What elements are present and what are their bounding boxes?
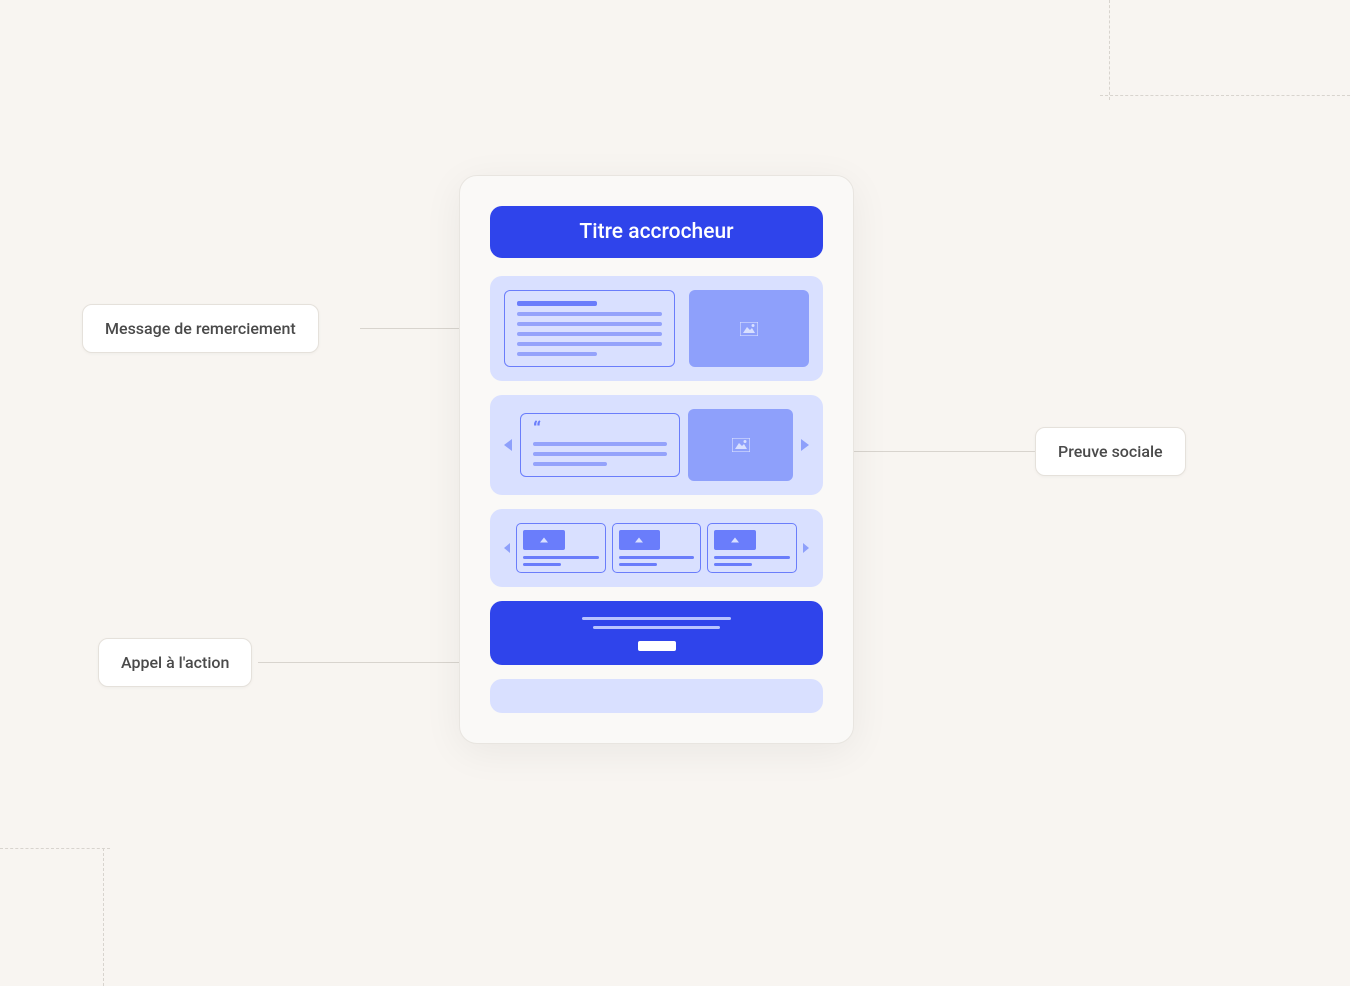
guide-line [0,848,110,849]
cta-button-placeholder[interactable] [638,641,676,651]
text-placeholder-block [504,290,675,367]
thumbnail-icon [619,530,661,550]
card-placeholder [516,523,606,573]
callout-label: Appel à l'action [121,653,229,672]
email-wireframe: Titre accrocheur “ [459,175,854,744]
carousel-next-icon[interactable] [803,543,809,553]
carousel-prev-icon[interactable] [504,543,510,553]
image-placeholder [688,409,793,481]
image-icon [740,322,758,336]
carousel-next-icon[interactable] [801,439,809,451]
callout-label: Message de remerciement [105,319,296,338]
guide-line [1109,0,1110,100]
section-thank-you [490,276,823,381]
callout-label: Preuve sociale [1058,442,1163,461]
guide-line [103,848,104,986]
section-footer [490,679,823,713]
quote-icon: “ [533,424,667,434]
card-placeholder [707,523,797,573]
header-pill: Titre accrocheur [490,206,823,258]
section-cta [490,601,823,665]
guide-line [1100,95,1350,96]
image-placeholder [689,290,809,367]
thumbnail-icon [523,530,565,550]
connector-line [258,662,490,663]
callout-thank-you: Message de remerciement [82,304,319,353]
testimonial-placeholder: “ [520,413,680,477]
section-social-proof: “ [490,395,823,495]
thumbnail-icon [714,530,756,550]
section-cards [490,509,823,587]
callout-social-proof: Preuve sociale [1035,427,1186,476]
carousel-prev-icon[interactable] [504,439,512,451]
card-placeholder [612,523,702,573]
header-title: Titre accrocheur [579,220,733,244]
callout-cta: Appel à l'action [98,638,252,687]
image-icon [732,438,750,452]
